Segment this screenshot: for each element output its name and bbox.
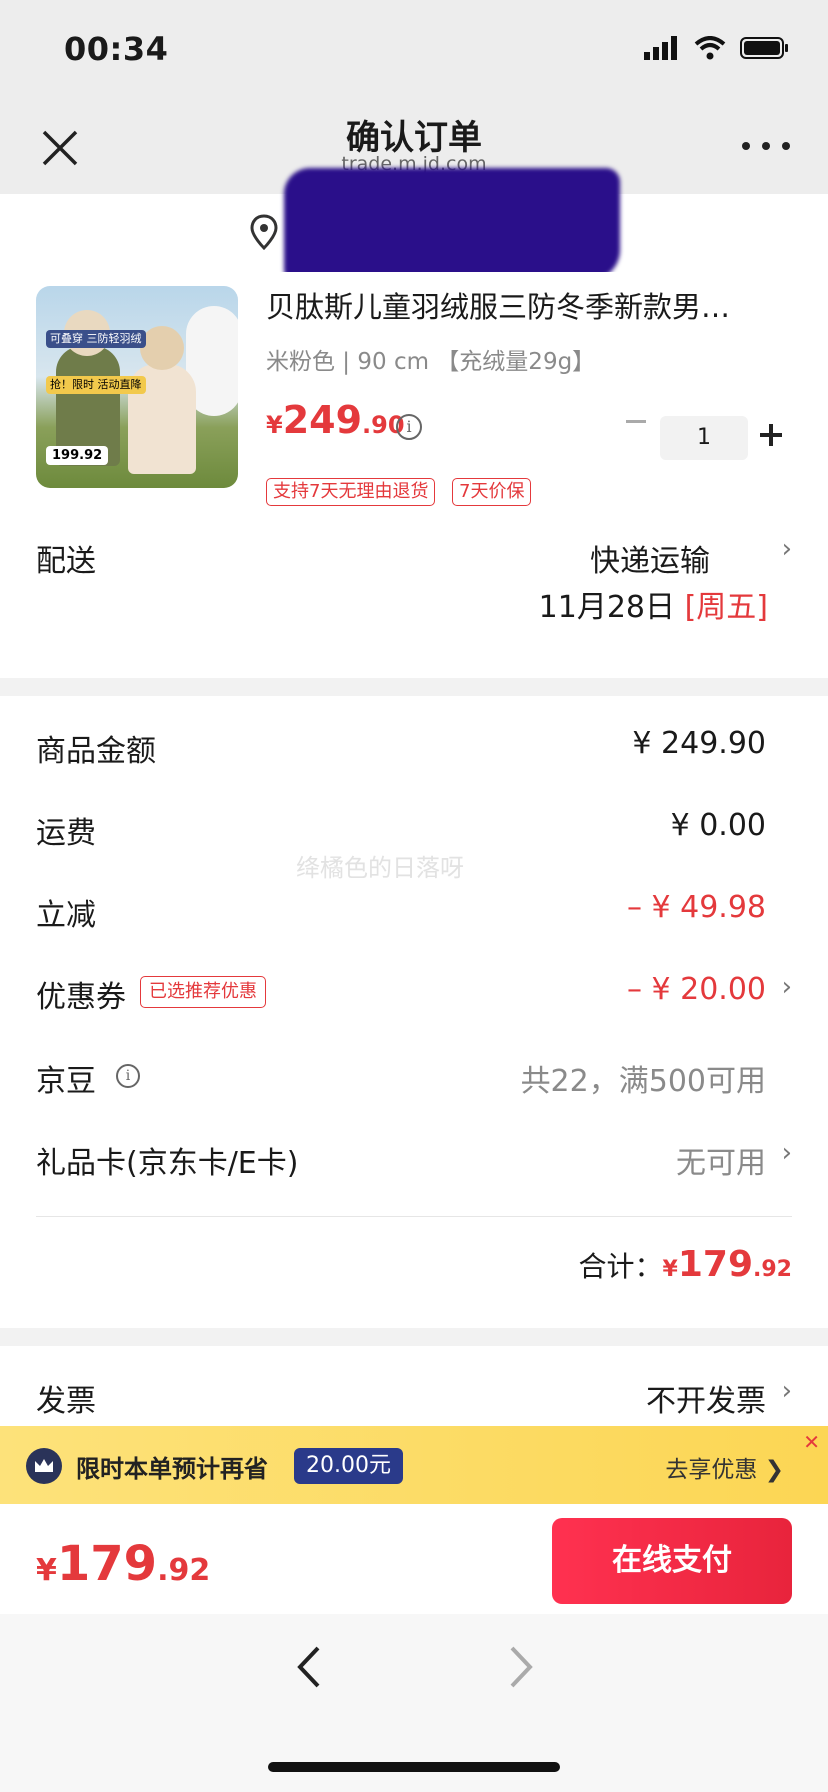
divider	[36, 1216, 792, 1217]
quantity-input[interactable]: 1	[660, 416, 748, 460]
section-gap	[0, 678, 828, 696]
image-price: 199.92	[46, 446, 109, 465]
order-total: 合计：¥179.92	[578, 1244, 792, 1285]
pay-online-button[interactable]: 在线支付	[552, 1518, 792, 1604]
chevron-right-icon	[510, 1646, 533, 1688]
return-badge: 支持7天无理由退货	[266, 478, 436, 506]
gift-card-value[interactable]: 无可用	[676, 1138, 766, 1182]
page-title: 确认订单	[346, 118, 482, 158]
more-dot-icon	[762, 142, 770, 150]
coupon-tag: 已选推荐优惠	[140, 976, 266, 1008]
quantity-plus-button[interactable]	[760, 424, 782, 446]
close-button[interactable]	[38, 126, 82, 170]
jd-bean-label: 京豆	[36, 1064, 96, 1099]
delivery-method[interactable]: 快递运输	[590, 536, 710, 580]
more-dot-icon	[742, 142, 750, 150]
redacted-address	[284, 168, 620, 280]
kid-head	[140, 326, 184, 370]
invoice-value[interactable]: 不开发票	[646, 1376, 766, 1420]
status-time: 00:34	[64, 30, 169, 68]
goods-amount-label: 商品金额	[36, 734, 156, 769]
pay-total: ¥179.92	[36, 1536, 211, 1592]
discount-value: – ¥ 49.98	[626, 890, 766, 925]
chevron-right-icon: ›	[781, 1138, 792, 1168]
signal-icon	[644, 36, 677, 60]
quantity-minus-button[interactable]	[626, 420, 646, 423]
delivery-label: 配送	[36, 544, 96, 579]
chevron-right-icon: ›	[781, 972, 792, 1002]
discount-label: 立减	[36, 898, 96, 933]
wifi-icon	[694, 36, 726, 60]
invoice-label: 发票	[36, 1384, 96, 1419]
watermark: 绛橘色的日落呀	[296, 854, 464, 882]
promo-text: 限时本单预计再省	[76, 1455, 268, 1483]
status-icons	[644, 36, 790, 60]
delivery-date[interactable]: 11月28日 [周五]	[539, 582, 768, 626]
goods-amount-value: ¥ 249.90	[632, 726, 766, 761]
image-tag: 可叠穿 三防轻羽绒	[46, 330, 146, 348]
jd-bean-value: 共22，满500可用	[520, 1064, 766, 1099]
chevron-right-icon: ›	[781, 1376, 792, 1406]
back-button[interactable]	[292, 1644, 326, 1690]
shipping-label: 运费	[36, 816, 96, 851]
shipping-value: ¥ 0.00	[670, 808, 766, 843]
image-tag: 抢！限时 活动直降	[46, 376, 146, 394]
more-dot-icon	[782, 142, 790, 150]
section-gap	[0, 1328, 828, 1346]
location-icon	[250, 214, 278, 254]
price-info-icon[interactable]: i	[396, 414, 422, 440]
forward-button[interactable]	[504, 1644, 538, 1690]
price-protect-badge: 7天价保	[452, 478, 532, 506]
more-button[interactable]	[742, 136, 790, 156]
product-image[interactable]: 可叠穿 三防轻羽绒 抢！限时 活动直降 199.92	[36, 286, 238, 488]
promo-amount: 20.00元	[294, 1448, 403, 1484]
product-title[interactable]: 贝肽斯儿童羽绒服三防冬季新款男…	[266, 284, 786, 326]
promo-action-link[interactable]: 去享优惠 ❯	[665, 1450, 784, 1484]
gift-card-label: 礼品卡(京东卡/E卡)	[36, 1146, 299, 1181]
chevron-right-icon: ›	[781, 534, 792, 564]
promo-close-icon[interactable]: ✕	[803, 1430, 820, 1454]
home-indicator[interactable]	[268, 1762, 560, 1772]
close-icon	[42, 130, 78, 166]
product-spec[interactable]: 米粉色 | 90 cm 【充绒量29g】	[266, 342, 595, 376]
chevron-left-icon	[297, 1646, 320, 1688]
product-price: ¥249.90	[266, 398, 405, 442]
jd-bean-info-icon[interactable]: i	[116, 1064, 140, 1088]
battery-icon	[740, 37, 788, 59]
crown-icon	[26, 1448, 62, 1484]
coupon-label: 优惠券	[36, 980, 126, 1015]
coupon-value[interactable]: – ¥ 20.00	[627, 972, 766, 1007]
